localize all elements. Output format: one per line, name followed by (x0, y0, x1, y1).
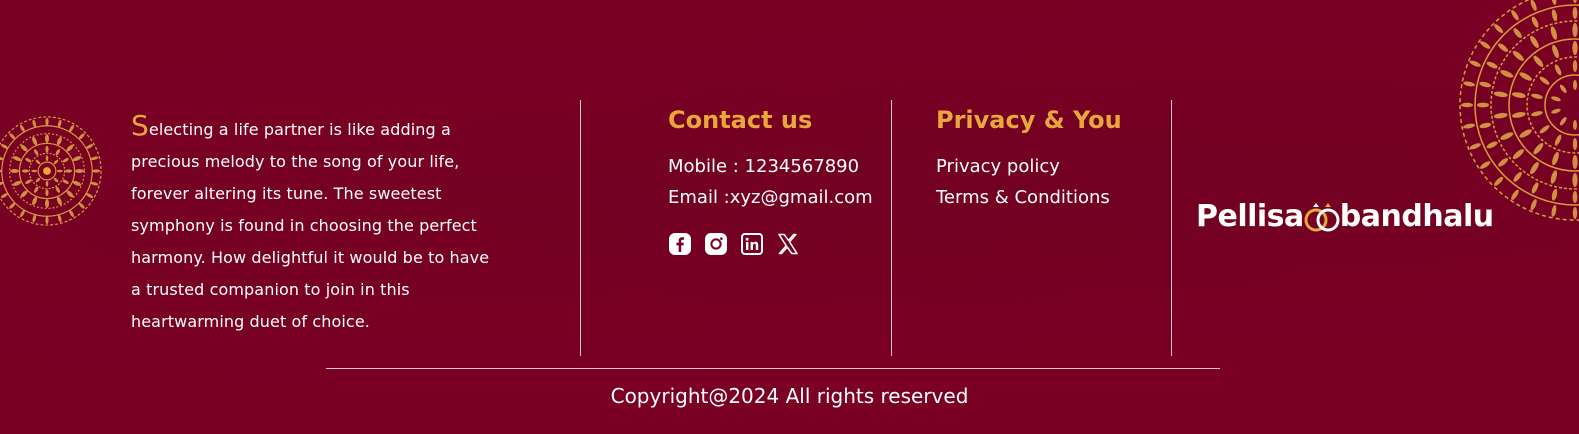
column-divider (1171, 100, 1172, 356)
brand-logo[interactable]: Pellisa bandhalu (1196, 199, 1494, 234)
about-text: electing a life partner is like adding a… (131, 120, 490, 331)
x-twitter-icon[interactable] (776, 232, 800, 256)
terms-conditions-link[interactable]: Terms & Conditions (936, 187, 1110, 208)
copyright-text: Copyright@2024 All rights reserved (610, 384, 969, 408)
social-links (668, 232, 800, 256)
instagram-icon[interactable] (704, 232, 728, 256)
privacy-policy-link[interactable]: Privacy policy (936, 156, 1060, 177)
mandala-left-decoration (0, 116, 102, 226)
contact-mobile: Mobile : 1234567890 (668, 156, 860, 177)
logo-text-part1: Pellisa (1196, 199, 1304, 234)
contact-email[interactable]: Email :xyz@gmail.com (668, 187, 873, 208)
contact-title: Contact us (668, 106, 813, 134)
column-divider (580, 100, 581, 356)
wedding-rings-icon (1304, 202, 1340, 231)
about-paragraph: Selecting a life partner is like adding … (131, 112, 501, 338)
logo-text-part2: bandhalu (1339, 199, 1494, 234)
footer-divider (326, 368, 1220, 369)
linkedin-icon[interactable] (740, 232, 764, 256)
facebook-icon[interactable] (668, 232, 692, 256)
about-dropcap: S (131, 109, 149, 142)
privacy-title: Privacy & You (936, 106, 1122, 134)
column-divider (891, 100, 892, 356)
